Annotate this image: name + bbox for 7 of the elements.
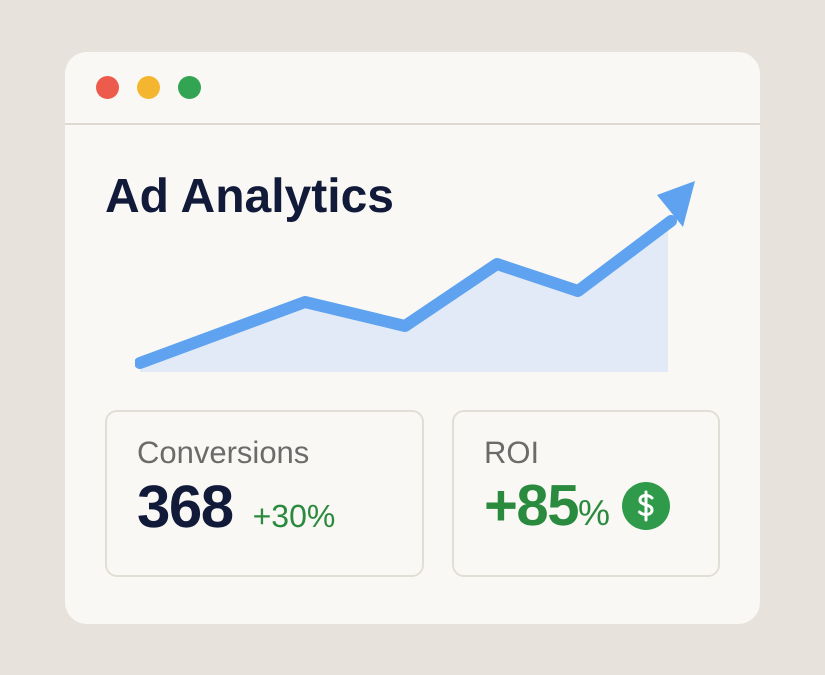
dollar-icon	[622, 482, 670, 530]
page-title: Ad Analytics	[105, 169, 395, 225]
metric-value: 368	[137, 476, 233, 537]
metric-value: +85%	[484, 476, 610, 535]
metric-label: Conversions	[137, 434, 310, 472]
metric-label: ROI	[484, 434, 540, 472]
change-text: +30%	[252, 500, 336, 532]
